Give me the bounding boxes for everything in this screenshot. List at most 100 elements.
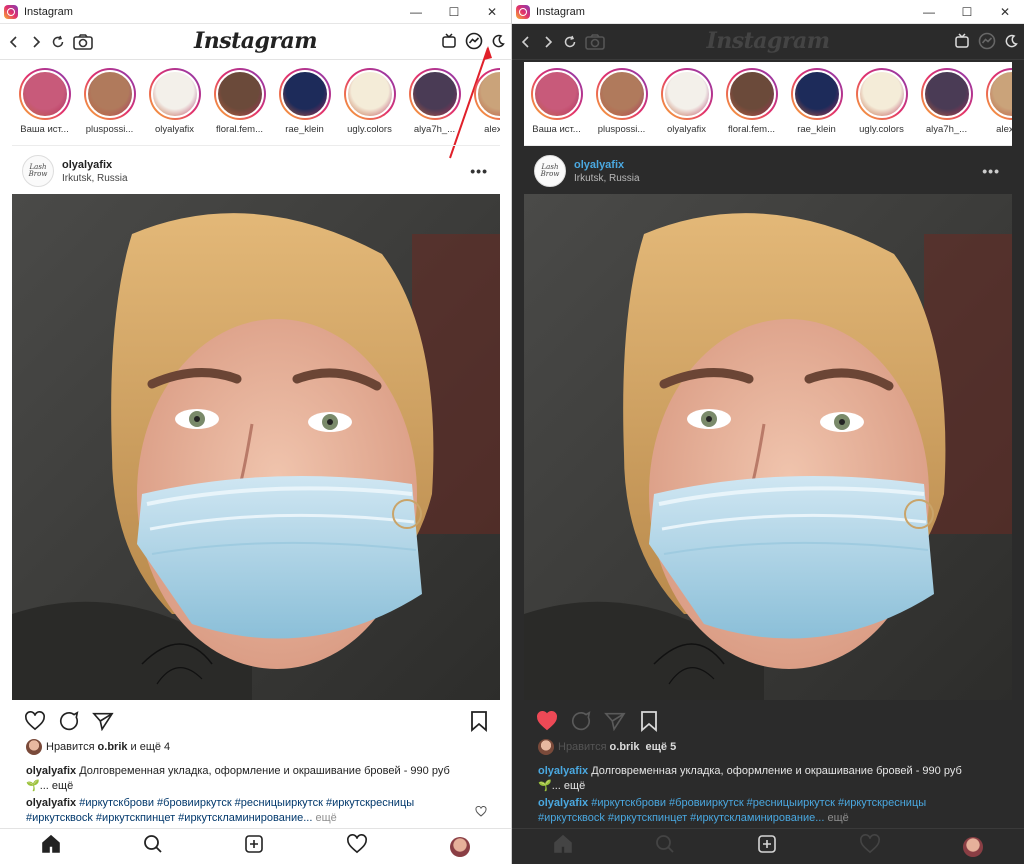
story-item[interactable]: Ваша ист... [524,62,589,145]
story-item[interactable]: alexa... [979,62,1012,145]
activity-heart-icon[interactable] [346,834,368,859]
story-avatar-ring[interactable] [920,68,973,120]
post-location[interactable]: Irkutsk, Russia [574,173,640,184]
story-avatar-ring[interactable] [855,68,908,120]
save-bookmark-icon[interactable] [638,710,660,732]
liker-username[interactable]: o.brik [98,741,128,753]
post-username[interactable]: olyalyafix [62,159,128,171]
minimize-button[interactable]: — [397,0,435,24]
story-avatar-ring[interactable] [530,68,583,120]
home-icon[interactable] [41,834,61,859]
share-send-icon[interactable] [604,710,626,732]
post-photo[interactable] [524,194,1012,700]
story-avatar-ring[interactable] [595,68,648,120]
story-avatar-ring[interactable] [790,68,843,120]
story-item[interactable]: floral.fem... [207,62,272,145]
likes-suffix[interactable]: и ещё 4 [131,741,171,753]
profile-avatar[interactable] [963,836,983,857]
messenger-icon[interactable] [978,32,996,55]
new-post-icon[interactable] [757,834,777,859]
story-item[interactable]: alya7h_... [914,62,979,145]
like-heart-icon[interactable] [24,710,46,732]
story-avatar-ring[interactable] [473,68,500,120]
story-item[interactable]: pluspossi... [589,62,654,145]
story-avatar-ring[interactable] [660,68,713,120]
hashtags-username[interactable]: olyalyafix [26,797,76,809]
profile-avatar[interactable] [450,836,471,857]
story-avatar-ring[interactable] [985,68,1012,120]
close-button[interactable]: ✕ [473,0,511,24]
new-post-icon[interactable] [244,834,264,859]
hashtags-username[interactable]: olyalyafix [538,797,588,809]
caption-more-link[interactable]: 🌱... ещё [26,780,73,792]
maximize-button[interactable]: ☐ [435,0,473,24]
home-icon[interactable] [553,834,573,859]
hashtags-text[interactable]: #иркутскброви #бровииркутск #ресницыирку… [26,797,414,824]
hashtags-more-link[interactable]: ещё [824,812,848,824]
maximize-button[interactable]: ☐ [948,0,986,24]
story-item[interactable]: ugly.colors [337,62,402,145]
minimize-button[interactable]: — [910,0,948,24]
comment-icon[interactable] [570,710,592,732]
story-label: rae_klein [285,124,324,135]
dark-mode-moon-icon[interactable] [491,34,505,53]
story-avatar-ring[interactable] [278,68,331,120]
back-icon[interactable] [518,32,534,52]
liker-avatar[interactable] [26,739,42,755]
story-item[interactable]: alya7h_... [402,62,467,145]
hashtags-more-link[interactable]: ещё [312,812,336,824]
hashtags-text[interactable]: #иркутскброви #бровииркутск #ресницыирку… [538,797,926,824]
story-item[interactable]: floral.fem... [719,62,784,145]
igtv-icon[interactable] [441,33,457,54]
story-avatar-ring[interactable] [725,68,778,120]
story-item[interactable]: olyalyafix [142,62,207,145]
camera-icon[interactable] [72,32,94,52]
caption-more-link[interactable]: 🌱... ещё [538,780,585,792]
story-item[interactable]: ugly.colors [849,62,914,145]
story-item[interactable]: olyalyafix [654,62,719,145]
story-avatar-ring[interactable] [213,68,266,120]
post-username[interactable]: olyalyafix [574,159,640,171]
story-item[interactable]: alexa... [467,62,500,145]
more-options-icon[interactable]: ••• [982,163,1000,179]
like-heart-icon[interactable] [536,710,558,732]
comment-icon[interactable] [58,710,80,732]
forward-icon[interactable] [540,32,556,52]
reload-icon[interactable] [50,32,66,52]
story-avatar-ring[interactable] [18,68,71,120]
post-photo[interactable] [12,194,500,700]
story-avatar-ring[interactable] [83,68,136,120]
caption-username[interactable]: olyalyafix [26,765,76,777]
forward-icon[interactable] [28,32,44,52]
search-icon[interactable] [143,834,163,859]
search-icon[interactable] [655,834,675,859]
activity-heart-icon[interactable] [859,834,881,859]
camera-icon[interactable] [584,32,606,52]
igtv-icon[interactable] [954,33,970,54]
more-options-icon[interactable]: ••• [470,163,488,179]
close-button[interactable]: ✕ [986,0,1024,24]
story-avatar-ring[interactable] [408,68,461,120]
caption-like-heart-icon[interactable] [475,804,487,822]
messenger-icon[interactable] [465,32,483,55]
save-bookmark-icon[interactable] [468,710,490,732]
post-author-avatar[interactable]: Lash Brow [22,155,54,187]
story-item[interactable]: rae_klein [272,62,337,145]
post-location[interactable]: Irkutsk, Russia [62,173,128,184]
likes-suffix[interactable]: ещё 5 [646,741,677,753]
reload-icon[interactable] [562,32,578,52]
instagram-wordmark: Instagram [706,28,830,54]
story-avatar-ring[interactable] [343,68,396,120]
liker-username[interactable]: o.brik [610,741,640,753]
stories-bar: Ваша ист... pluspossi... olyalyafix floral.… [12,62,500,146]
post-author-avatar[interactable]: Lash Brow [534,155,566,187]
dark-mode-moon-icon[interactable] [1004,34,1018,53]
caption-username[interactable]: olyalyafix [538,765,588,777]
liker-avatar[interactable] [538,739,554,755]
story-avatar-ring[interactable] [148,68,201,120]
story-item[interactable]: rae_klein [784,62,849,145]
share-send-icon[interactable] [92,710,114,732]
back-icon[interactable] [6,32,22,52]
story-item[interactable]: pluspossi... [77,62,142,145]
story-item[interactable]: Ваша ист... [12,62,77,145]
